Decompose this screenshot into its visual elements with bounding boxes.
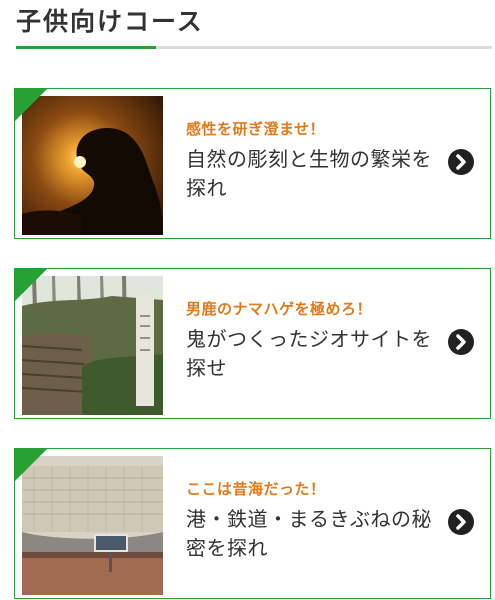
course-card-1[interactable]: 感性を研ぎ澄ませ！ 自然の彫刻と生物の繁栄を探れ (14, 88, 491, 239)
course-subtitle: 感性を研ぎ澄ませ！ (186, 120, 326, 138)
course-title[interactable]: 鬼がつくったジオサイトを探せ (186, 325, 446, 383)
chevron-right-circle-icon[interactable] (448, 149, 474, 175)
section-title: 子供向けコース (16, 7, 204, 36)
card-corner-marker (14, 268, 48, 302)
course-text: ここは昔海だった！ 港・鉄道・まるきぶねの秘密を探れ (186, 479, 446, 563)
course-text: 感性を研ぎ澄ませ！ 自然の彫刻と生物の繁栄を探れ (186, 119, 446, 203)
card-corner-marker (14, 448, 48, 482)
section-header: 子供向けコース (0, 0, 495, 55)
course-text: 男鹿のナマハゲを極めろ！ 鬼がつくったジオサイトを探せ (186, 299, 446, 383)
course-card-2[interactable]: 男鹿のナマハゲを極めろ！ 鬼がつくったジオサイトを探せ (14, 268, 491, 419)
chevron-right-circle-icon[interactable] (448, 509, 474, 535)
title-underline-accent (16, 46, 156, 49)
chevron-right-circle-icon[interactable] (448, 329, 474, 355)
course-card-3[interactable]: ここは昔海だった！ 港・鉄道・まるきぶねの秘密を探れ (14, 448, 491, 599)
course-title[interactable]: 港・鉄道・まるきぶねの秘密を探れ (186, 505, 446, 563)
course-title[interactable]: 自然の彫刻と生物の繁栄を探れ (186, 145, 446, 203)
course-subtitle: ここは昔海だった！ (186, 480, 326, 498)
course-subtitle: 男鹿のナマハゲを極めろ！ (186, 300, 373, 318)
card-corner-marker (14, 88, 48, 122)
